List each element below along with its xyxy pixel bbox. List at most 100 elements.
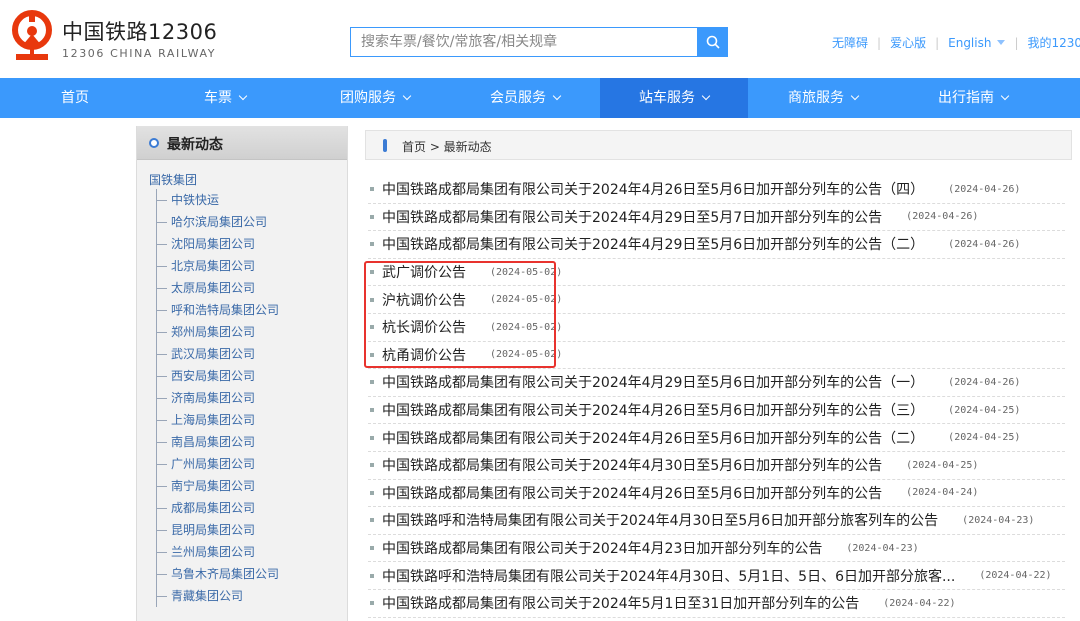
- sidebar-item[interactable]: 北京局集团公司: [157, 255, 346, 277]
- news-item[interactable]: 中国铁路成都局集团有限公司关于2024年4月26日至5月6日加开部分列车的公告（…: [368, 176, 1065, 204]
- brand-name-english: 12306 CHINA RAILWAY: [62, 47, 217, 60]
- sidebar-item[interactable]: 南宁局集团公司: [157, 475, 346, 497]
- news-title[interactable]: 杭长调价公告: [382, 317, 466, 337]
- bullet-icon: [370, 187, 374, 192]
- news-title[interactable]: 中国铁路成都局集团有限公司关于2024年4月26日至5月6日加开部分列车的公告（…: [382, 179, 924, 199]
- nav-business-travel[interactable]: 商旅服务: [748, 78, 898, 118]
- sidebar-item[interactable]: 呼和浩特局集团公司: [157, 299, 346, 321]
- news-title[interactable]: 中国铁路成都局集团有限公司关于2024年4月29日至5月6日加开部分列车的公告（…: [382, 372, 924, 392]
- bullet-icon: [370, 435, 374, 440]
- sidebar-item[interactable]: 中铁快运: [157, 189, 346, 211]
- nav-member[interactable]: 会员服务: [450, 78, 600, 118]
- breadcrumb-text[interactable]: 首页 > 最新动态: [402, 138, 492, 155]
- nav-group-buying[interactable]: 团购服务: [300, 78, 450, 118]
- news-date: (2024-04-26): [906, 211, 979, 223]
- news-item[interactable]: 中国铁路呼和浩特局集团有限公司关于2024年4月30日、5月1日、5日、6日加开…: [368, 562, 1065, 590]
- search-input[interactable]: [351, 28, 697, 56]
- nav-station-service[interactable]: 站车服务: [600, 78, 748, 118]
- nav-tickets[interactable]: 车票: [150, 78, 300, 118]
- search-box: [350, 27, 698, 57]
- news-item[interactable]: 杭长调价公告 (2024-05-02): [368, 314, 1065, 342]
- news-item[interactable]: 中国铁路呼和浩特局集团有限公司关于2024年4月30日至5月6日加开部分旅客列车…: [368, 507, 1065, 535]
- news-item[interactable]: 杭甬调价公告 (2024-05-02): [368, 342, 1065, 370]
- news-date: (2024-04-26): [948, 376, 1021, 388]
- search-button[interactable]: [698, 27, 728, 57]
- bullet-icon: [370, 325, 374, 330]
- news-title[interactable]: 中国铁路成都局集团有限公司关于2024年4月29日至5月7日加开部分列车的公告: [382, 207, 882, 227]
- news-item[interactable]: 中国铁路成都局集团有限公司关于2024年5月1日至31日加开部分列车的公告 (20…: [368, 590, 1065, 618]
- news-title[interactable]: 沪杭调价公告: [382, 290, 466, 310]
- chevron-down-icon: [1000, 91, 1010, 101]
- bullet-icon: [370, 270, 374, 275]
- news-title[interactable]: 杭甬调价公告: [382, 345, 466, 365]
- news-item[interactable]: 中国铁路成都局集团有限公司关于2024年4月29日至5月6日加开部分列车的公告（…: [368, 231, 1065, 259]
- news-item[interactable]: 中国铁路成都局集团有限公司关于2024年4月26日至5月6日加开部分列车的公告（…: [368, 397, 1065, 425]
- sidebar-item[interactable]: 武汉局集团公司: [157, 343, 346, 365]
- sidebar-title: 最新动态: [167, 137, 223, 153]
- nav-label: 商旅服务: [788, 90, 844, 106]
- news-item[interactable]: 中国铁路成都局集团有限公司关于2024年4月23日加开部分列车的公告 (2024-…: [368, 535, 1065, 563]
- news-title[interactable]: 中国铁路呼和浩特局集团有限公司关于2024年4月30日、5月1日、5日、6日加开…: [382, 566, 955, 586]
- breadcrumb-marker: [383, 139, 387, 152]
- news-title[interactable]: 中国铁路成都局集团有限公司关于2024年4月26日至5月6日加开部分列车的公告: [382, 483, 882, 503]
- nav-home[interactable]: 首页: [0, 78, 150, 118]
- sidebar-item[interactable]: 南昌局集团公司: [157, 431, 346, 453]
- sidebar-item[interactable]: 昆明局集团公司: [157, 519, 346, 541]
- chevron-down-icon: [238, 91, 248, 101]
- news-title[interactable]: 中国铁路成都局集团有限公司关于2024年5月1日至31日加开部分列车的公告: [382, 593, 859, 613]
- bullet-icon: [370, 601, 374, 606]
- sidebar-item[interactable]: 成都局集团公司: [157, 497, 346, 519]
- news-title[interactable]: 中国铁路成都局集团有限公司关于2024年4月26日至5月6日加开部分列车的公告（…: [382, 428, 924, 448]
- brand-name[interactable]: 中国铁路12306: [62, 16, 217, 46]
- caret-down-icon[interactable]: [997, 40, 1006, 45]
- sidebar-item[interactable]: 济南局集团公司: [157, 387, 346, 409]
- sidebar-item[interactable]: 兰州局集团公司: [157, 541, 346, 563]
- news-item[interactable]: 中国铁路成都局集团有限公司关于2024年4月29日至5月7日加开部分列车的公告 (…: [368, 204, 1065, 232]
- sidebar-item[interactable]: 郑州局集团公司: [157, 321, 346, 343]
- sidebar-item[interactable]: 乌鲁木齐局集团公司: [157, 563, 346, 585]
- sidebar-root-link[interactable]: 国铁集团: [149, 171, 197, 188]
- news-date: (2024-05-02): [490, 294, 563, 306]
- bullet-icon: [370, 546, 374, 551]
- top-links: 无障碍 | 爱心版 | English | 我的12306: [832, 34, 1080, 51]
- bullet-icon: [370, 214, 374, 219]
- news-title[interactable]: 中国铁路成都局集团有限公司关于2024年4月29日至5月6日加开部分列车的公告（…: [382, 234, 924, 254]
- english-link[interactable]: English: [948, 36, 991, 50]
- bullet-icon: [370, 297, 374, 302]
- news-title[interactable]: 中国铁路成都局集团有限公司关于2024年4月30日至5月6日加开部分列车的公告: [382, 455, 882, 475]
- breadcrumb: 首页 > 最新动态: [365, 130, 1072, 160]
- bullet-icon: [370, 242, 374, 247]
- news-title[interactable]: 武广调价公告: [382, 262, 466, 282]
- sidebar-item[interactable]: 哈尔滨局集团公司: [157, 211, 346, 233]
- nav-label: 首页: [61, 90, 89, 106]
- my-12306-link[interactable]: 我的12306: [1028, 34, 1080, 51]
- news-item[interactable]: 中国铁路成都局集团有限公司关于2024年4月26日至5月6日加开部分列车的公告（…: [368, 424, 1065, 452]
- news-item[interactable]: 中国铁路成都局集团有限公司关于2024年4月30日至5月6日加开部分列车的公告 (…: [368, 452, 1065, 480]
- bullet-icon: [370, 573, 374, 578]
- bullet-icon: [370, 518, 374, 523]
- sidebar-item[interactable]: 青藏集团公司: [157, 585, 346, 607]
- nav-label: 会员服务: [490, 90, 546, 106]
- accessibility-link[interactable]: 无障碍: [832, 34, 868, 51]
- link-separator: |: [877, 35, 882, 50]
- site-header: 中国铁路12306 12306 CHINA RAILWAY 无障碍 | 爱心版 …: [0, 0, 1080, 78]
- sidebar-item[interactable]: 太原局集团公司: [157, 277, 346, 299]
- news-item[interactable]: 中国铁路成都局集团有限公司关于2024年4月26日至5月6日加开部分列车的公告 (…: [368, 480, 1065, 508]
- news-title[interactable]: 中国铁路成都局集团有限公司关于2024年4月26日至5月6日加开部分列车的公告（…: [382, 400, 924, 420]
- sidebar-header: 最新动态: [137, 126, 347, 160]
- news-item[interactable]: 沪杭调价公告 (2024-05-02): [368, 286, 1065, 314]
- nav-label: 出行指南: [938, 90, 994, 106]
- news-date: (2024-04-23): [846, 542, 919, 554]
- sidebar-item[interactable]: 上海局集团公司: [157, 409, 346, 431]
- news-title[interactable]: 中国铁路成都局集团有限公司关于2024年4月23日加开部分列车的公告: [382, 538, 822, 558]
- care-version-link[interactable]: 爱心版: [890, 34, 926, 51]
- sidebar-item[interactable]: 西安局集团公司: [157, 365, 346, 387]
- news-item[interactable]: 中国铁路成都局集团有限公司关于2024年4月29日至5月6日加开部分列车的公告（…: [368, 369, 1065, 397]
- sidebar-item[interactable]: 沈阳局集团公司: [157, 233, 346, 255]
- railway-logo-icon[interactable]: [10, 10, 54, 62]
- nav-label: 团购服务: [340, 90, 396, 106]
- nav-travel-guide[interactable]: 出行指南: [898, 78, 1048, 118]
- sidebar-item[interactable]: 广州局集团公司: [157, 453, 346, 475]
- news-title[interactable]: 中国铁路呼和浩特局集团有限公司关于2024年4月30日至5月6日加开部分旅客列车…: [382, 510, 938, 530]
- news-item[interactable]: 武广调价公告 (2024-05-02): [368, 259, 1065, 287]
